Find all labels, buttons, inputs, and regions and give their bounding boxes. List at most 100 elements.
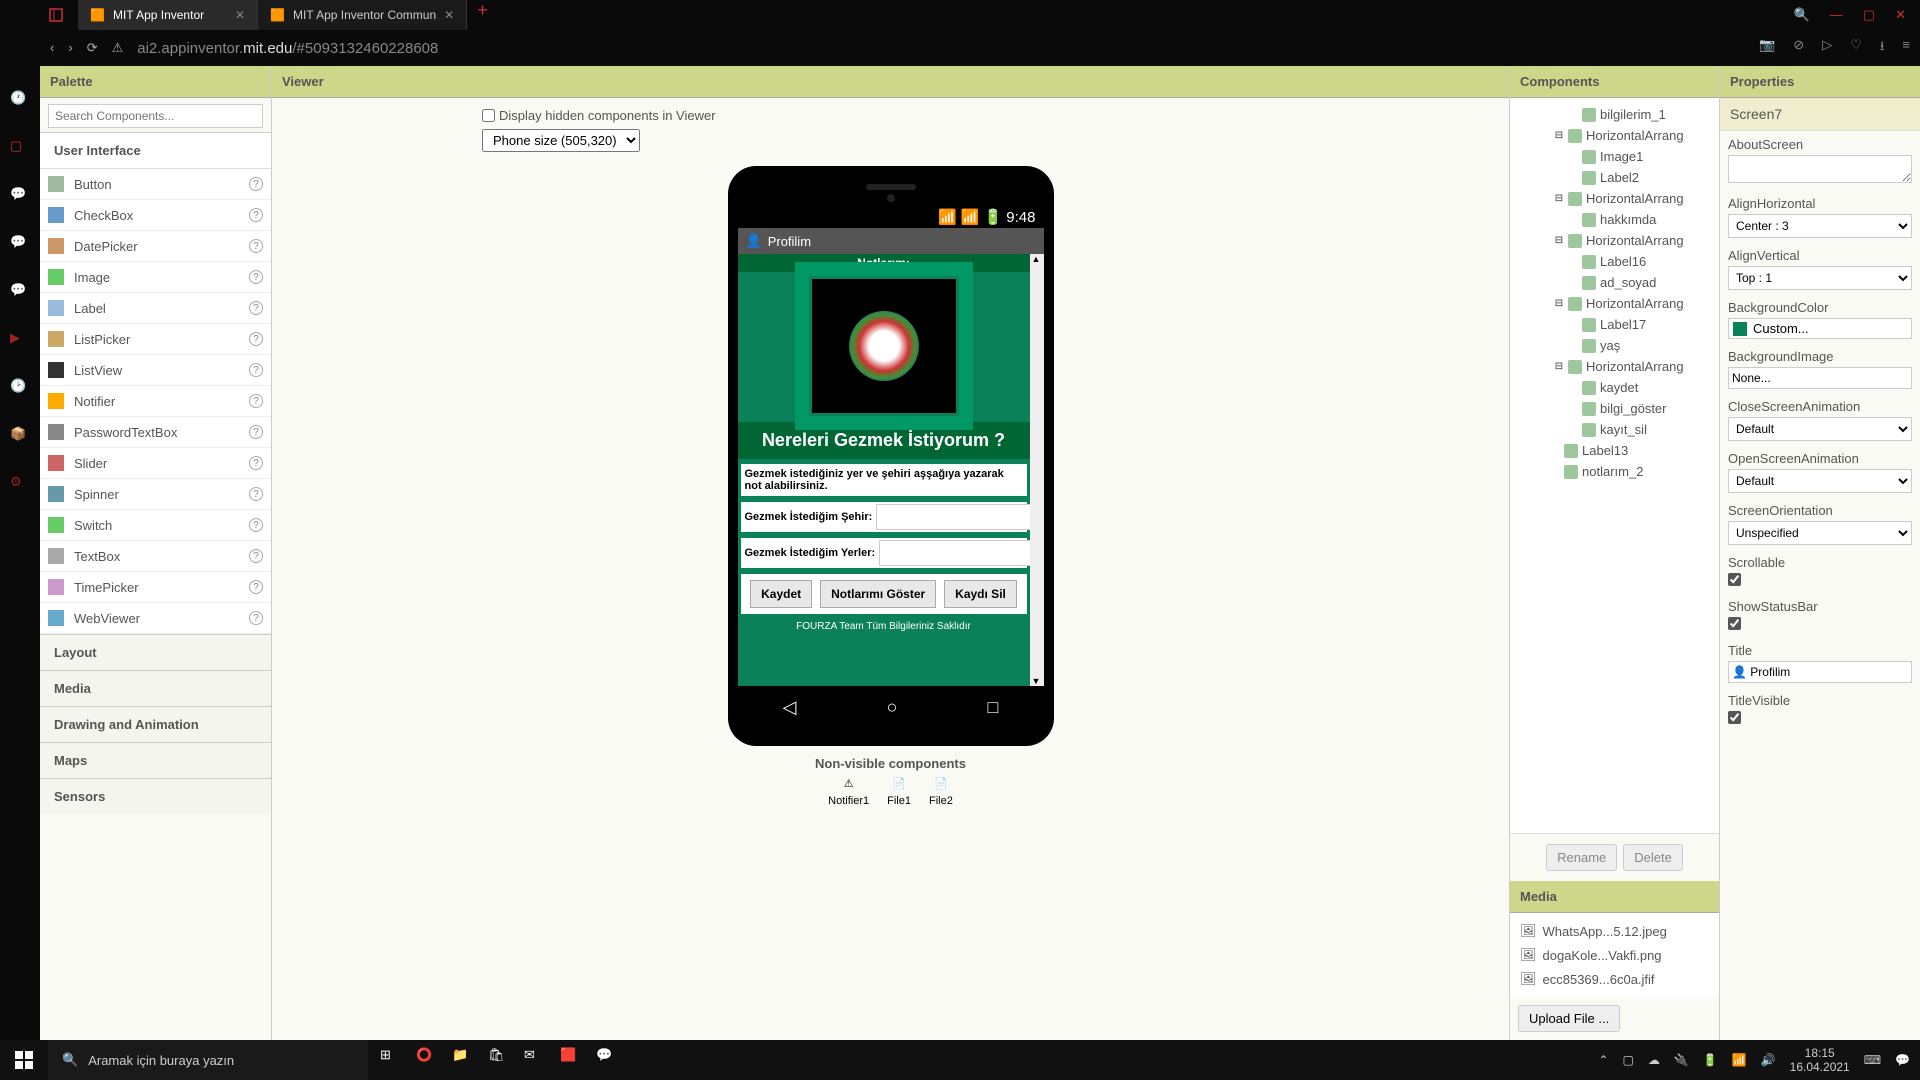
site-info-icon[interactable]: ⚠	[112, 40, 124, 56]
palette-item-listview[interactable]: ListView?	[40, 355, 271, 386]
rename-button[interactable]: Rename	[1546, 844, 1617, 871]
bookmark-icon[interactable]: ♡	[1850, 37, 1862, 59]
tree-item-yaş[interactable]: yaş	[1512, 335, 1717, 356]
tree-item-label16[interactable]: Label16	[1512, 251, 1717, 272]
tab-community[interactable]: 🟧 MIT App Inventor Commun ✕	[258, 0, 467, 30]
title-visible-checkbox[interactable]	[1728, 711, 1741, 724]
upload-file-button[interactable]: Upload File ...	[1518, 1005, 1620, 1032]
tree-item-bilgilerim_1[interactable]: bilgilerim_1	[1512, 104, 1717, 125]
easy-setup-icon[interactable]: ≡	[1902, 37, 1910, 59]
forward-icon[interactable]: ›	[68, 40, 72, 56]
info-text[interactable]: Gezmek istediğiniz yer ve şehiri aşşağıy…	[738, 461, 1030, 499]
taskbar-search[interactable]: 🔍 Aramak için buraya yazın	[48, 1040, 368, 1080]
minimize-icon[interactable]: —	[1830, 7, 1843, 23]
nv-file2[interactable]: 📄File2	[929, 777, 953, 807]
tree-item-kaydet[interactable]: kaydet	[1512, 377, 1717, 398]
new-tab-button[interactable]: +	[467, 0, 498, 30]
palette-item-spinner[interactable]: Spinner?	[40, 479, 271, 510]
help-icon[interactable]: ?	[249, 301, 263, 315]
category-maps[interactable]: Maps	[40, 742, 271, 778]
tree-item-horizontalarrang[interactable]: ⊟HorizontalArrang	[1512, 293, 1717, 314]
bg-color-picker[interactable]: Custom...	[1728, 318, 1912, 339]
tree-item-ad_soyad[interactable]: ad_soyad	[1512, 272, 1717, 293]
tray-up-icon[interactable]: ⌃	[1598, 1053, 1608, 1067]
tree-item-horizontalarrang[interactable]: ⊟HorizontalArrang	[1512, 230, 1717, 251]
close-window-icon[interactable]: ✕	[1895, 7, 1906, 23]
task-view-icon[interactable]: ⊞	[380, 1047, 406, 1073]
onedrive-icon[interactable]: ☁	[1648, 1053, 1660, 1067]
media-item[interactable]: 🖼ecc85369...6c0a.jfif	[1520, 967, 1709, 991]
scrollable-checkbox[interactable]	[1728, 573, 1741, 586]
tray-hidden-icon[interactable]: ▢	[1623, 1053, 1634, 1067]
help-icon[interactable]: ?	[249, 425, 263, 439]
tree-item-horizontalarrang[interactable]: ⊟HorizontalArrang	[1512, 125, 1717, 146]
help-icon[interactable]: ?	[249, 208, 263, 222]
mail-icon[interactable]: ✉	[524, 1047, 550, 1073]
taskbar-clock[interactable]: 18:15 16.04.2021	[1790, 1046, 1850, 1075]
palette-item-listpicker[interactable]: ListPicker?	[40, 324, 271, 355]
tree-item-bilgi_göster[interactable]: bilgi_göster	[1512, 398, 1717, 419]
nv-notifier1[interactable]: ⚠Notifier1	[828, 777, 869, 807]
align-vertical-select[interactable]: Top : 1	[1728, 266, 1912, 290]
clock-icon[interactable]: 🕐	[10, 90, 30, 110]
help-icon[interactable]: ?	[249, 177, 263, 191]
palette-item-image[interactable]: Image?	[40, 262, 271, 293]
search-tabs-icon[interactable]: 🔍	[1794, 7, 1810, 23]
opera-taskbar-icon[interactable]: ⭕	[416, 1047, 442, 1073]
palette-item-textbox[interactable]: TextBox?	[40, 541, 271, 572]
help-icon[interactable]: ?	[249, 580, 263, 594]
help-icon[interactable]: ?	[249, 487, 263, 501]
palette-item-webviewer[interactable]: WebViewer?	[40, 603, 271, 634]
snapshot-icon[interactable]: 📷	[1759, 37, 1775, 59]
history-icon[interactable]: ▢	[10, 138, 30, 158]
phone-size-select[interactable]: Phone size (505,320)	[482, 129, 640, 152]
palette-item-notifier[interactable]: Notifier?	[40, 386, 271, 417]
back-nav-icon[interactable]: ◁	[783, 697, 797, 718]
tree-item-notlarım_2[interactable]: notlarım_2	[1512, 461, 1717, 482]
reload-icon[interactable]: ⟳	[87, 40, 98, 56]
palette-item-switch[interactable]: Switch?	[40, 510, 271, 541]
tab-app-inventor[interactable]: 🟧 MIT App Inventor ✕	[78, 0, 258, 30]
volume-icon[interactable]: 🔊	[1761, 1053, 1776, 1067]
help-icon[interactable]: ?	[249, 363, 263, 377]
category-layout[interactable]: Layout	[40, 634, 271, 670]
collapse-icon[interactable]: ⊟	[1554, 235, 1564, 246]
tree-item-horizontalarrang[interactable]: ⊟HorizontalArrang	[1512, 188, 1717, 209]
category-drawing-and-animation[interactable]: Drawing and Animation	[40, 706, 271, 742]
show-statusbar-checkbox[interactable]	[1728, 617, 1741, 630]
collapse-icon[interactable]: ⊟	[1554, 130, 1564, 141]
collapse-icon[interactable]: ⊟	[1554, 361, 1564, 372]
places-input[interactable]	[879, 540, 1043, 566]
help-icon[interactable]: ?	[249, 270, 263, 284]
palette-item-label[interactable]: Label?	[40, 293, 271, 324]
store-icon[interactable]: 🛍	[488, 1047, 514, 1073]
download-icon[interactable]: ⭳	[1880, 37, 1885, 59]
tree-item-label2[interactable]: Label2	[1512, 167, 1717, 188]
city-input-row[interactable]: Gezmek İstediğim Şehir:	[738, 499, 1030, 535]
help-icon[interactable]: ?	[249, 332, 263, 346]
adblock-icon[interactable]: ⊘	[1793, 37, 1804, 59]
tree-item-kayıt_sil[interactable]: kayıt_sil	[1512, 419, 1717, 440]
close-icon[interactable]: ✕	[235, 8, 245, 22]
whatsapp-icon[interactable]: 💬	[10, 282, 30, 302]
media-item[interactable]: 🖼dogaKole...Vakfi.png	[1520, 943, 1709, 967]
office-icon[interactable]: 🟥	[560, 1047, 586, 1073]
help-icon[interactable]: ?	[249, 394, 263, 408]
collapse-icon[interactable]: ⊟	[1554, 298, 1564, 309]
palette-item-timepicker[interactable]: TimePicker?	[40, 572, 271, 603]
notifications-icon[interactable]: 💬	[1895, 1053, 1910, 1067]
delete-button[interactable]: Delete	[1623, 844, 1683, 871]
main-heading[interactable]: Nereleri Gezmek İstiyorum ?	[738, 422, 1030, 459]
tree-item-label13[interactable]: Label13	[1512, 440, 1717, 461]
category-media[interactable]: Media	[40, 670, 271, 706]
footer-label[interactable]: FOURZA Team Tüm Bilgileriniz Saklıdır	[738, 617, 1030, 636]
ime-icon[interactable]: ⌨	[1864, 1053, 1881, 1067]
media-item[interactable]: 🖼WhatsApp...5.12.jpeg	[1520, 919, 1709, 943]
discord-icon[interactable]: 💬	[596, 1047, 622, 1073]
play-icon[interactable]: ▶	[10, 330, 30, 350]
tree-item-image1[interactable]: Image1	[1512, 146, 1717, 167]
save-button[interactable]: Kaydet	[750, 580, 812, 608]
title-input[interactable]	[1728, 661, 1912, 683]
about-screen-input[interactable]	[1728, 155, 1912, 183]
bg-image-input[interactable]	[1728, 367, 1912, 389]
